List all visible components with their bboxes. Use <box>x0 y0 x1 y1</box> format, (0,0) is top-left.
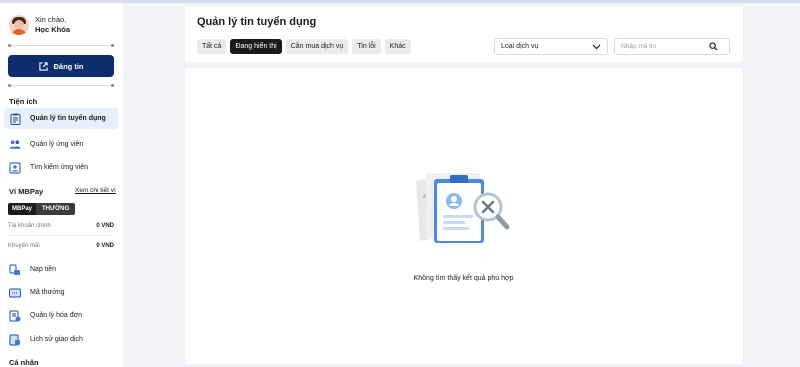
nav-item-search-candidates[interactable]: Tìm kiếm ứng viên <box>4 157 118 178</box>
divider <box>8 235 114 236</box>
nav-item-label: Nạp tiền <box>30 266 57 273</box>
tier-label: THƯỜNG <box>36 203 76 215</box>
tab-other[interactable]: Khác <box>384 39 411 54</box>
tab-all[interactable]: Tất cả <box>197 39 227 54</box>
personal-title: Cá nhân <box>9 358 39 367</box>
divider <box>8 84 114 87</box>
invoice-icon <box>9 310 21 322</box>
post-job-button[interactable]: Đăng tin <box>8 55 114 77</box>
nav-item-label: Lịch sử giao dịch <box>30 336 83 343</box>
balance-value: 0 VND <box>96 223 114 229</box>
nav-item-transaction-history[interactable]: Lịch sử giao dịch <box>4 329 118 350</box>
post-button-label: Đăng tin <box>53 61 84 71</box>
header-card: Quản lý tin tuyển dụng Tất cả Đang hiển … <box>185 7 742 62</box>
balance-value: 0 VND <box>96 243 114 249</box>
nav-item-top-up[interactable]: Nạp tiền <box>4 259 118 280</box>
greeting-text: Xin chào, <box>35 15 67 24</box>
voucher-icon <box>9 287 21 299</box>
select-value: Loại dịch vụ <box>501 43 539 50</box>
nav-item-label: Quản lý hóa đơn <box>30 312 83 319</box>
page-title: Quản lý tin tuyển dụng <box>197 16 317 28</box>
balance-label: Tài khoản chính <box>8 223 51 229</box>
empty-message: Không tìm thấy kết quả phù hợp <box>413 275 514 282</box>
balance-row-promo: Khuyến mãi 0 VND <box>8 243 114 249</box>
service-type-select[interactable]: Loại dịch vụ <box>494 38 608 55</box>
nav-item-label: Tìm kiếm ứng viên <box>30 164 88 171</box>
avatar <box>9 15 29 35</box>
filter-tabs: Tất cả Đang hiển thị Cần mua dịch vụ Tin… <box>197 39 411 54</box>
mbpay-tier-badge: MBPay THƯỜNG <box>8 203 76 215</box>
nav-item-candidates[interactable]: Quản lý ứng viên <box>4 134 118 155</box>
chevron-down-icon <box>592 44 601 49</box>
tab-displaying[interactable]: Đang hiển thị <box>230 39 282 54</box>
search-user-icon <box>9 162 21 174</box>
divider <box>8 44 114 47</box>
sidebar: Xin chào, Học Khóa Đăng tin Tiện ích Quả… <box>0 3 123 367</box>
utilities-title: Tiện ích <box>9 97 38 106</box>
nav-item-label: Mã thưởng <box>30 289 65 296</box>
user-name: Học Khóa <box>35 25 71 34</box>
nav-item-invoices[interactable]: Quản lý hóa đơn <box>4 305 118 326</box>
nav-item-job-posts[interactable]: Quản lý tin tuyển dụng <box>4 108 118 129</box>
search-icon[interactable] <box>709 42 718 51</box>
users-icon <box>9 139 21 151</box>
history-icon <box>9 334 21 346</box>
nav-item-voucher[interactable]: Mã thưởng <box>4 282 118 303</box>
wallet-title: Ví MBPay <box>9 187 44 196</box>
nav-item-label: Quản lý ứng viên <box>30 141 84 148</box>
user-greeting[interactable]: Xin chào, Học Khóa <box>9 15 70 35</box>
mbpay-logo: MBPay <box>8 203 37 215</box>
clipboard-icon <box>9 113 21 125</box>
empty-state-illustration: ? <box>416 173 510 243</box>
results-card: ? Không tìm thấy kết quả phù hợp <box>185 68 742 364</box>
wallet-details-link[interactable]: Xem chi tiết ví <box>75 187 116 194</box>
search-box <box>614 38 730 55</box>
balance-label: Khuyến mãi <box>8 243 40 249</box>
top-up-icon <box>9 264 21 276</box>
balance-row-main: Tài khoản chính 0 VND <box>8 223 114 229</box>
tab-need-service[interactable]: Cần mua dịch vụ <box>285 39 349 54</box>
nav-item-label: Quản lý tin tuyển dụng <box>30 115 106 122</box>
tab-error-posts[interactable]: Tin lỗi <box>352 39 381 54</box>
search-input[interactable] <box>621 43 709 50</box>
external-link-icon <box>38 61 48 71</box>
